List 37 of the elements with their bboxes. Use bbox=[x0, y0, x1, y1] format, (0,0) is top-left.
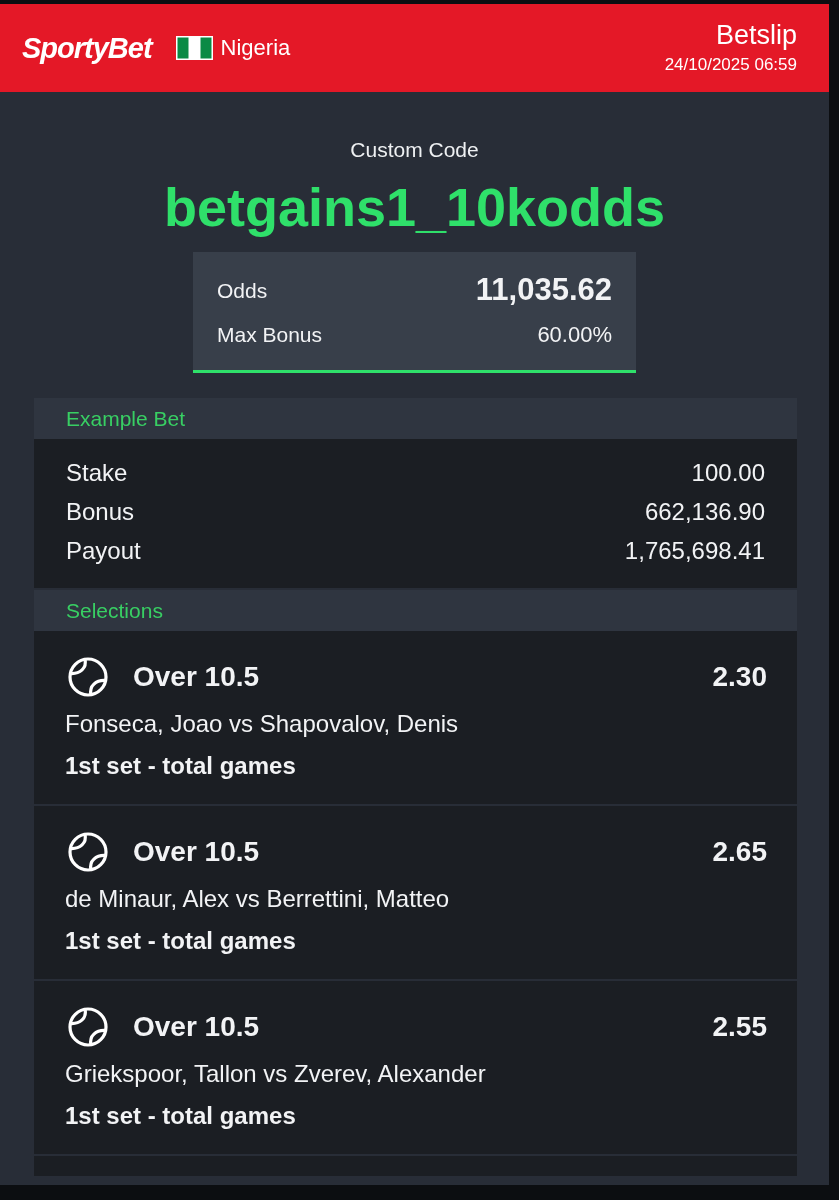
pick-label: Over 10.5 bbox=[133, 1010, 260, 1045]
odds-value: 2.65 bbox=[712, 835, 767, 870]
market-name: 1st set - total games bbox=[65, 751, 297, 782]
summary-label: Max Bonus bbox=[217, 321, 323, 348]
bet-row-label: Payout bbox=[66, 535, 141, 566]
summary-label: Odds bbox=[217, 277, 268, 304]
tennis-ball-icon bbox=[68, 1007, 108, 1048]
tennis-ball-icon bbox=[68, 832, 108, 873]
page-title: Betslip bbox=[714, 20, 797, 52]
selection-card[interactable]: Over 10.5 2.30 Fonseca, Joao vs Shapovalov, Denis 1st set - total games bbox=[34, 631, 797, 805]
country-label[interactable]: Nigeria bbox=[220, 35, 291, 61]
pick-label: Over 10.5 bbox=[133, 660, 260, 695]
bet-row-value: 1,765,698.41 bbox=[624, 535, 765, 566]
section-header: Example Bet bbox=[34, 398, 797, 440]
match-name: Griekspoor, Tallon vs Zverev, Alexander bbox=[65, 1059, 487, 1090]
pick-label: Over 10.5 bbox=[133, 835, 260, 870]
tennis-ball-icon bbox=[68, 657, 108, 698]
summary-value: 11,035.62 bbox=[475, 271, 612, 310]
bet-row-value: 100.00 bbox=[691, 457, 765, 488]
date-time: 24/10/2025 06:59 bbox=[664, 55, 797, 76]
selection-card[interactable]: Over 10.5 2.55 Griekspoor, Tallon vs Zverev, Alexander 1st set - total games bbox=[34, 981, 797, 1155]
odds-value: 2.55 bbox=[712, 1010, 767, 1045]
summary-value: 60.00% bbox=[537, 320, 612, 349]
flag-icon bbox=[175, 36, 213, 60]
match-name: de Minaur, Alex vs Berrettini, Matteo bbox=[65, 884, 451, 915]
match-name: Fonseca, Joao vs Shapovalov, Denis bbox=[65, 709, 460, 740]
bet-row-label: Bonus bbox=[66, 496, 135, 527]
selection-card[interactable]: Over 10.5 2.65 de Minaur, Alex vs Berrettini, Matteo 1st set - total games bbox=[34, 806, 797, 980]
market-name: 1st set - total games bbox=[65, 1101, 297, 1132]
section-header: Selections bbox=[34, 590, 797, 632]
custom-code: betgains1_10kodds bbox=[162, 176, 667, 239]
bet-row-value: 662,136.90 bbox=[644, 496, 765, 527]
bet-row-label: Stake bbox=[66, 457, 128, 488]
odds-value: 2.30 bbox=[712, 660, 767, 695]
code-label: Custom Code bbox=[349, 137, 480, 163]
market-name: 1st set - total games bbox=[65, 926, 297, 957]
logo-text[interactable]: SportyBet bbox=[22, 33, 152, 63]
